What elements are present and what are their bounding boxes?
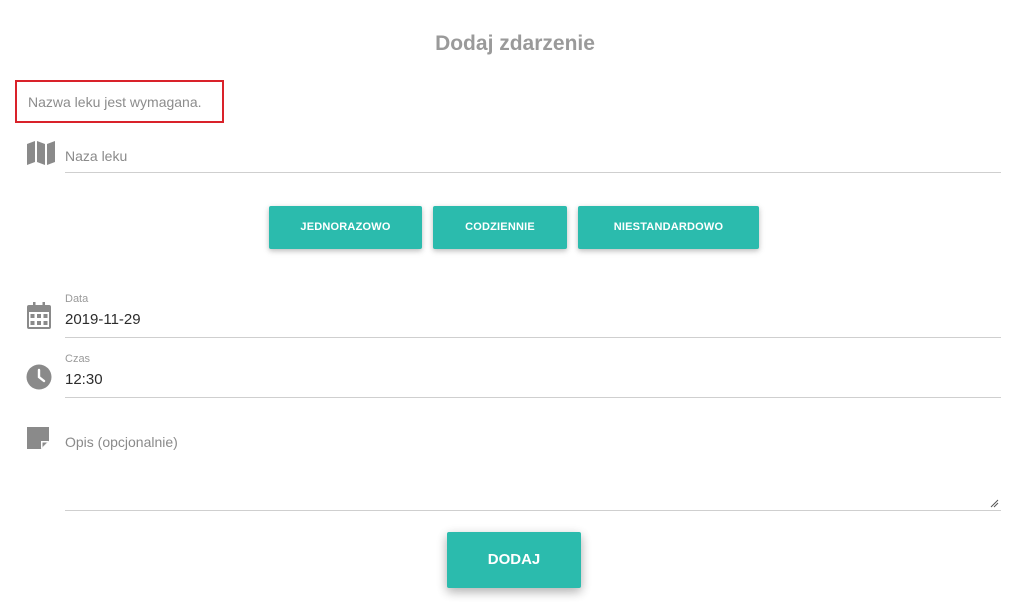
- time-value: 12:30: [65, 371, 103, 388]
- submit-button[interactable]: DODAJ: [447, 532, 581, 588]
- custom-button[interactable]: NIESTANDARDOWO: [578, 206, 759, 249]
- calendar-icon: [26, 302, 52, 329]
- map-icon: [26, 140, 55, 166]
- clock-icon: [26, 364, 52, 390]
- drug-name-field[interactable]: Naza leku: [65, 138, 1001, 173]
- note-icon: [26, 426, 52, 452]
- resize-handle-icon[interactable]: [989, 498, 999, 508]
- date-field[interactable]: Data 2019-11-29: [65, 290, 1001, 338]
- validation-error-box: Nazwa leku jest wymagana.: [15, 80, 224, 123]
- drug-name-placeholder: Naza leku: [65, 148, 128, 164]
- time-label: Czas: [65, 353, 91, 365]
- date-value: 2019-11-29: [65, 311, 141, 328]
- description-textarea[interactable]: Opis (opcjonalnie): [65, 425, 1001, 511]
- once-button[interactable]: JEDNORAZOWO: [269, 206, 422, 249]
- page-title: Dodaj zdarzenie: [435, 32, 595, 55]
- validation-error-message: Nazwa leku jest wymagana.: [28, 94, 202, 110]
- date-label: Data: [65, 293, 89, 305]
- add-event-form: Dodaj zdarzenie Nazwa leku jest wymagana…: [0, 0, 1030, 603]
- time-field[interactable]: Czas 12:30: [65, 350, 1001, 398]
- daily-button[interactable]: CODZIENNIE: [433, 206, 567, 249]
- description-placeholder: Opis (opcjonalnie): [65, 434, 178, 450]
